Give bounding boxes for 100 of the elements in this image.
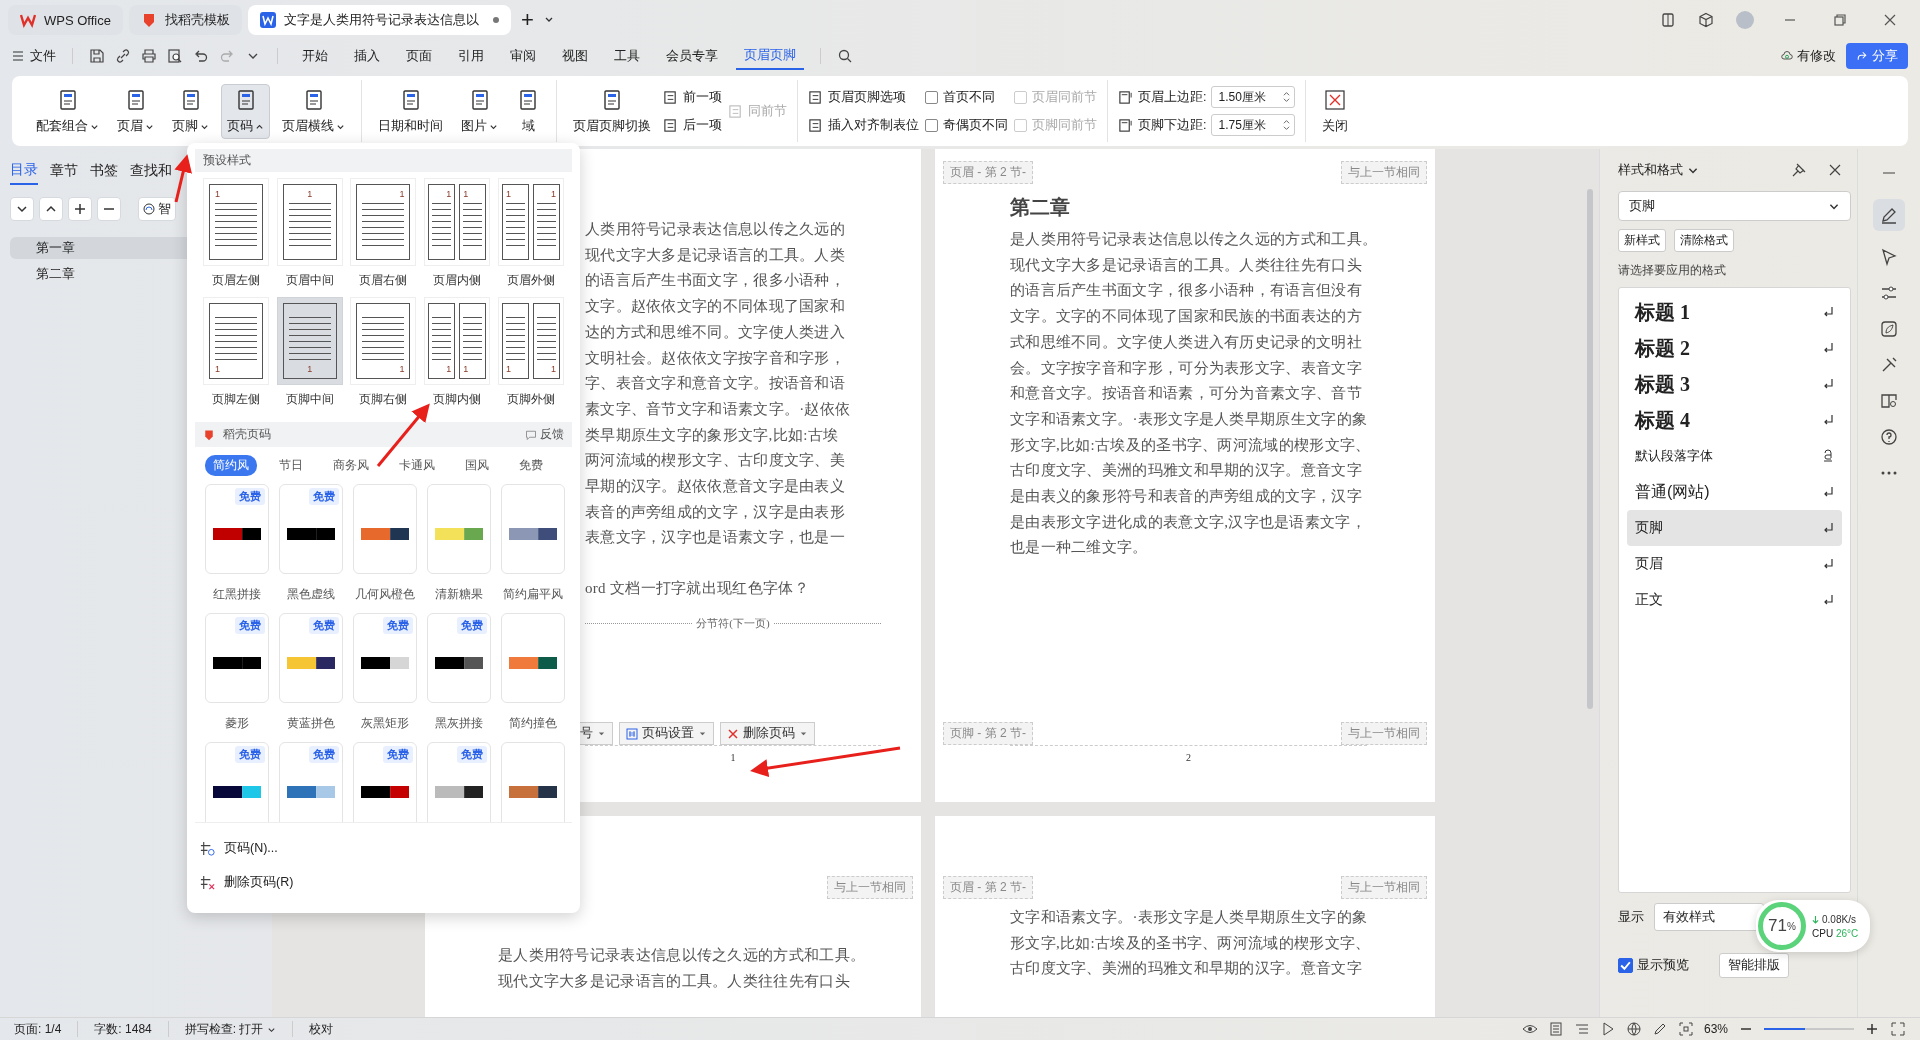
style-item[interactable]: 普通(网站) [1627, 474, 1842, 510]
ribbon-button[interactable]: 日期和时间 [372, 83, 449, 139]
globe-icon[interactable] [1625, 1021, 1642, 1037]
cube-icon[interactable] [1698, 12, 1714, 28]
search-icon[interactable] [837, 48, 853, 64]
show-select[interactable]: 有效样式 [1654, 903, 1764, 931]
ribbon-button[interactable]: 页眉横线 [276, 83, 351, 139]
system-monitor-widget[interactable]: 71% 0.08K/s CPU 26°C [1756, 900, 1871, 952]
window-tab[interactable]: 文字是人类用符号记录表达信息以 [247, 5, 511, 35]
sliders-icon[interactable] [1879, 283, 1899, 303]
category-tab[interactable]: 简约风 [205, 455, 257, 476]
ribbon-button[interactable]: 页眉页脚切换 [567, 83, 657, 139]
print-icon[interactable] [141, 48, 157, 64]
tablet-icon[interactable] [1660, 12, 1676, 28]
ribbon-button[interactable]: 图片 [455, 83, 504, 139]
style-select[interactable]: 页脚 [1618, 191, 1851, 221]
menu-item[interactable]: 页码(N)... [199, 831, 568, 865]
category-tab[interactable]: 节日 [271, 455, 311, 476]
navigation-tab[interactable]: 查找和 [130, 159, 172, 185]
ribbon-button[interactable]: 页脚 [166, 83, 215, 139]
template-card[interactable]: 免费 [279, 613, 343, 703]
ribbon-tab[interactable]: 视图 [554, 43, 596, 69]
close-button[interactable]: 关闭 [1316, 83, 1355, 139]
smart-layout-button[interactable]: 智能排版 [1719, 953, 1789, 978]
pen-icon[interactable] [1873, 199, 1905, 231]
margin-field[interactable]: 1.75厘米 [1211, 114, 1296, 136]
pane-title[interactable]: 样式和格式 [1618, 161, 1683, 179]
style-item[interactable]: 标题 1 [1627, 294, 1842, 330]
save-icon[interactable] [89, 48, 105, 64]
navigation-tab[interactable]: 章节 [50, 159, 78, 185]
navigation-tab[interactable]: 目录 [10, 159, 38, 185]
spell-check-menu[interactable]: 拼写检查: 打开 [184, 1020, 277, 1038]
ribbon-tab[interactable]: 工具 [606, 43, 648, 69]
word-count[interactable]: 字数: 1484 [94, 1020, 152, 1038]
preview-checkbox[interactable]: 显示预览 [1618, 957, 1689, 974]
ribbon-button[interactable]: 前一项 [663, 86, 722, 108]
zoom-level[interactable]: 63% [1703, 1022, 1728, 1036]
window-tab[interactable]: WPS Office [8, 5, 123, 35]
ribbon-tab[interactable]: 审阅 [502, 43, 544, 69]
ribbon-button[interactable]: 页码 [221, 83, 270, 139]
template-card[interactable]: 免费 [427, 613, 491, 703]
style-item[interactable]: 标题 3 [1627, 366, 1842, 402]
close-icon[interactable] [1827, 162, 1843, 178]
ribbon-button[interactable]: 配套组合 [30, 83, 105, 139]
help-icon[interactable] [1879, 427, 1899, 447]
spinner-arrows-icon[interactable] [1283, 118, 1291, 132]
ribbon-tab[interactable]: 会员专享 [658, 43, 726, 69]
style-item[interactable]: 标题 4 [1627, 402, 1842, 438]
ribbon-button[interactable]: 后一项 [663, 114, 722, 136]
style-button[interactable]: 新样式 [1618, 229, 1666, 252]
window-tab[interactable]: 找稻壳模板 [128, 5, 242, 35]
ribbon-checkbox[interactable]: 首页不同 [925, 86, 1008, 108]
template-card[interactable] [501, 742, 565, 822]
navigation-tab[interactable]: 书签 [90, 159, 118, 185]
style-item[interactable]: 默认段落字体 [1627, 438, 1842, 474]
cursor-icon[interactable] [1879, 247, 1899, 267]
pen-icon[interactable] [1651, 1021, 1668, 1037]
new-tab-button[interactable]: + [516, 7, 538, 33]
feedback-link[interactable]: 反馈 [525, 426, 564, 443]
style-item[interactable]: 页眉 [1627, 546, 1842, 582]
book-search-icon[interactable] [1879, 391, 1899, 411]
template-card[interactable]: 免费 [205, 484, 269, 574]
collapse-button[interactable] [10, 197, 34, 221]
ribbon-tab[interactable]: 开始 [294, 43, 336, 69]
proofread-button[interactable]: 校对 [309, 1020, 334, 1038]
template-card[interactable]: 免费 [353, 613, 417, 703]
margin-field[interactable]: 1.50厘米 [1211, 86, 1296, 108]
ribbon-tab[interactable]: 页面 [398, 43, 440, 69]
template-card[interactable]: 免费 [279, 484, 343, 574]
template-card[interactable]: 免费 [205, 742, 269, 822]
scrollbar[interactable] [1587, 189, 1593, 709]
template-card[interactable] [353, 484, 417, 574]
ribbon-button[interactable]: 域 [510, 83, 546, 139]
menu-item[interactable]: 删除页码(R) [199, 865, 568, 899]
footer-tool-button[interactable]: 页码设置 [619, 722, 714, 745]
category-tab[interactable]: 国风 [457, 455, 497, 476]
remove-button[interactable] [97, 197, 121, 221]
style-item[interactable]: 页脚 [1627, 510, 1842, 546]
template-card[interactable] [501, 613, 565, 703]
undo-icon[interactable] [193, 48, 209, 64]
category-tab[interactable]: 卡通风 [391, 455, 443, 476]
style-item[interactable]: 正文 [1627, 582, 1842, 618]
fit-page-icon[interactable] [1677, 1021, 1694, 1037]
ribbon-button[interactable]: 页眉 [111, 83, 160, 139]
restore-icon[interactable] [1832, 12, 1848, 28]
category-tab[interactable]: 商务风 [325, 455, 377, 476]
ribbon-tab[interactable]: 页眉页脚 [736, 42, 804, 70]
link-icon[interactable] [115, 48, 131, 64]
smart-button[interactable]: 智 [138, 197, 176, 221]
footer-tool-button[interactable]: 删除页码 [720, 722, 815, 745]
zoom-in-icon[interactable] [1864, 1021, 1880, 1037]
category-tab[interactable]: 免费 [511, 455, 551, 476]
style-button[interactable]: 清除格式 [1674, 229, 1734, 252]
share-button[interactable]: 分享 [1846, 43, 1908, 69]
template-card[interactable]: 免费 [205, 613, 269, 703]
modified-button[interactable]: 有修改 [1781, 47, 1836, 65]
template-card[interactable]: 免费 [427, 742, 491, 822]
print-preview-icon[interactable] [167, 48, 183, 64]
template-card[interactable]: 免费 [353, 742, 417, 822]
ribbon-button[interactable]: 插入对齐制表位 [808, 114, 919, 136]
